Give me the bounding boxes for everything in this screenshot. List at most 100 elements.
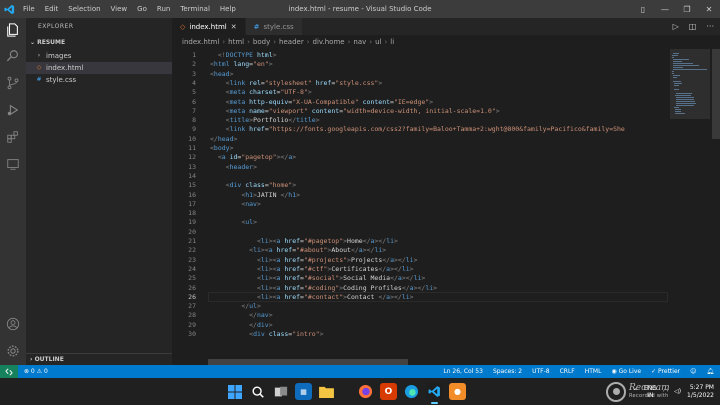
status-right: Ln 26, Col 53 Spaces: 2 UTF-8 CRLF HTML … (443, 365, 714, 378)
file-explorer-icon[interactable] (318, 383, 335, 400)
run-icon[interactable]: ▷ (673, 22, 679, 31)
edge-icon[interactable] (403, 383, 420, 400)
scrollbar-thumb[interactable] (712, 49, 720, 139)
menu-file[interactable]: File (18, 0, 40, 18)
more-actions-icon[interactable]: ··· (706, 22, 714, 31)
source-control-icon[interactable] (5, 75, 21, 91)
breadcrumb-item[interactable]: index.html (182, 38, 219, 46)
editor-actions: ▷ ◫ ··· (673, 18, 714, 35)
settings-gear-icon[interactable] (5, 343, 21, 359)
end-of-line[interactable]: CRLF (560, 368, 575, 375)
code-line[interactable]: <li><a href="#contact">Contact </a></li> (210, 293, 414, 301)
close-icon[interactable]: ✕ (698, 0, 720, 18)
split-editor-icon[interactable]: ◫ (689, 22, 697, 31)
windows-start-icon[interactable] (226, 383, 243, 400)
account-icon[interactable] (5, 316, 21, 332)
minimize-icon[interactable]: — (654, 0, 676, 18)
code-line[interactable]: <h1>JATIN </h1> (210, 191, 300, 199)
code-line[interactable]: <li><a href="#coding">Coding Profiles</a… (210, 284, 437, 292)
code-line[interactable]: </div> (210, 321, 273, 329)
folder-section-resume[interactable]: ⌄ RESUME (26, 36, 172, 50)
minimap-line (673, 63, 694, 64)
line-number: 3 (192, 69, 196, 78)
remote-explorer-icon[interactable] (5, 156, 21, 172)
code-line[interactable]: <html lang="en"> (210, 60, 273, 68)
menu-run[interactable]: Run (152, 0, 175, 18)
code-line[interactable]: <li><a href="#social">Social Media</a></… (210, 274, 425, 282)
code-line[interactable]: </ul> (210, 302, 261, 310)
indentation[interactable]: Spaces: 2 (493, 368, 522, 375)
tree-item-style-css[interactable]: # style.css (26, 74, 172, 86)
menu-go[interactable]: Go (132, 0, 152, 18)
code-line[interactable]: <header> (210, 163, 257, 171)
code-line[interactable]: <div class="intro"> (210, 330, 323, 338)
close-tab-icon[interactable]: ✕ (231, 23, 237, 31)
line-number: 1 (192, 51, 196, 59)
menu-terminal[interactable]: Terminal (175, 0, 215, 18)
menu-selection[interactable]: Selection (63, 0, 105, 18)
code-line[interactable]: <meta charset="UTF-8"> (210, 88, 312, 96)
code-line[interactable]: <head> (210, 70, 234, 78)
breadcrumb-item[interactable]: div.home (313, 38, 345, 46)
minimap[interactable] (670, 49, 710, 365)
code-line[interactable]: <!DOCTYPE html> (210, 51, 277, 59)
taskbar-search-icon[interactable] (249, 383, 266, 400)
breadcrumb-item[interactable]: ul (375, 38, 381, 46)
code-line[interactable]: <nav> (210, 200, 261, 208)
firefox-icon[interactable] (357, 383, 374, 400)
code-line[interactable]: </nav> (210, 311, 273, 319)
vertical-scrollbar[interactable] (710, 49, 720, 365)
code-line[interactable]: <li><a href="#pagetop">Home</a></li> (210, 237, 398, 245)
code-line[interactable]: <meta http-equiv="X-UA-Compatible" conte… (210, 98, 433, 106)
breadcrumb-item[interactable]: body (253, 38, 270, 46)
menu-help[interactable]: Help (215, 0, 241, 18)
code-line[interactable]: <body> (210, 144, 234, 152)
office-icon[interactable]: O (380, 383, 397, 400)
menu-view[interactable]: View (106, 0, 133, 18)
code-line[interactable]: <li><a href="#about">About</a></li> (210, 246, 386, 254)
code-line[interactable]: <a id="pagetop"></a> (210, 153, 296, 161)
code-line[interactable]: </head> (210, 135, 237, 143)
code-line[interactable]: <link href="https://fonts.googleapis.com… (210, 125, 625, 133)
breadcrumb-item[interactable]: header (279, 38, 304, 46)
language-mode[interactable]: HTML (585, 368, 602, 375)
cursor-position[interactable]: Ln 26, Col 53 (443, 368, 483, 375)
line-number: 12 (188, 153, 196, 162)
feedback-icon[interactable]: ☺ (690, 368, 696, 375)
vscode-logo-icon (0, 0, 18, 18)
notifications-bell-icon[interactable]: 🔔︎ (706, 368, 714, 375)
code-line[interactable]: <li><a href="#projects">Projects</a></li… (210, 256, 418, 264)
remote-indicator[interactable] (0, 365, 18, 378)
problems-indicator[interactable]: ⊗ 0 ⚠ 0 (18, 368, 48, 375)
restore-icon[interactable]: ❐ (676, 0, 698, 18)
breadcrumb-item[interactable]: nav (353, 38, 366, 46)
code-editor[interactable]: 1 <!DOCTYPE html> 2 <html lang="en"> 3 <head… (172, 49, 670, 365)
task-view-icon[interactable] (272, 383, 289, 400)
code-line[interactable]: <li><a href="#ctf">Certificates</a></li> (210, 265, 414, 273)
code-line[interactable]: <ul> (210, 218, 257, 226)
recorder-app-icon[interactable]: ● (449, 383, 466, 400)
menu-edit[interactable]: Edit (40, 0, 64, 18)
line-number: 7 (192, 106, 196, 115)
tree-item-images[interactable]: › images (26, 50, 172, 62)
encoding[interactable]: UTF-8 (532, 368, 550, 375)
go-live-button[interactable]: ◉ Go Live (611, 368, 641, 375)
explorer-icon[interactable] (5, 22, 21, 38)
code-line[interactable]: <div class="home"> (210, 181, 296, 189)
vscode-taskbar-icon[interactable] (426, 383, 443, 404)
run-debug-icon[interactable] (5, 102, 21, 118)
extensions-icon[interactable] (5, 129, 21, 145)
code-line[interactable]: <title>Portfolio</title> (210, 116, 320, 124)
outline-section[interactable]: › OUTLINE (26, 353, 172, 365)
layout-icon[interactable]: ▯ (632, 0, 654, 18)
tab-style-css[interactable]: # style.css (245, 18, 303, 35)
code-line[interactable]: <link rel="stylesheet" href="style.css"> (210, 79, 383, 87)
breadcrumb-item[interactable]: li (390, 38, 394, 46)
code-line[interactable]: <meta name="viewport" content="width=dev… (210, 107, 500, 115)
widgets-icon[interactable]: ▦ (295, 383, 312, 400)
prettier-button[interactable]: ✓ Prettier (651, 368, 680, 375)
tree-item-index-html[interactable]: ◇ index.html (26, 62, 172, 74)
search-icon[interactable] (5, 48, 21, 64)
breadcrumb-item[interactable]: html (228, 38, 244, 46)
tab-index-html[interactable]: ◇ index.html ✕ (172, 18, 246, 35)
